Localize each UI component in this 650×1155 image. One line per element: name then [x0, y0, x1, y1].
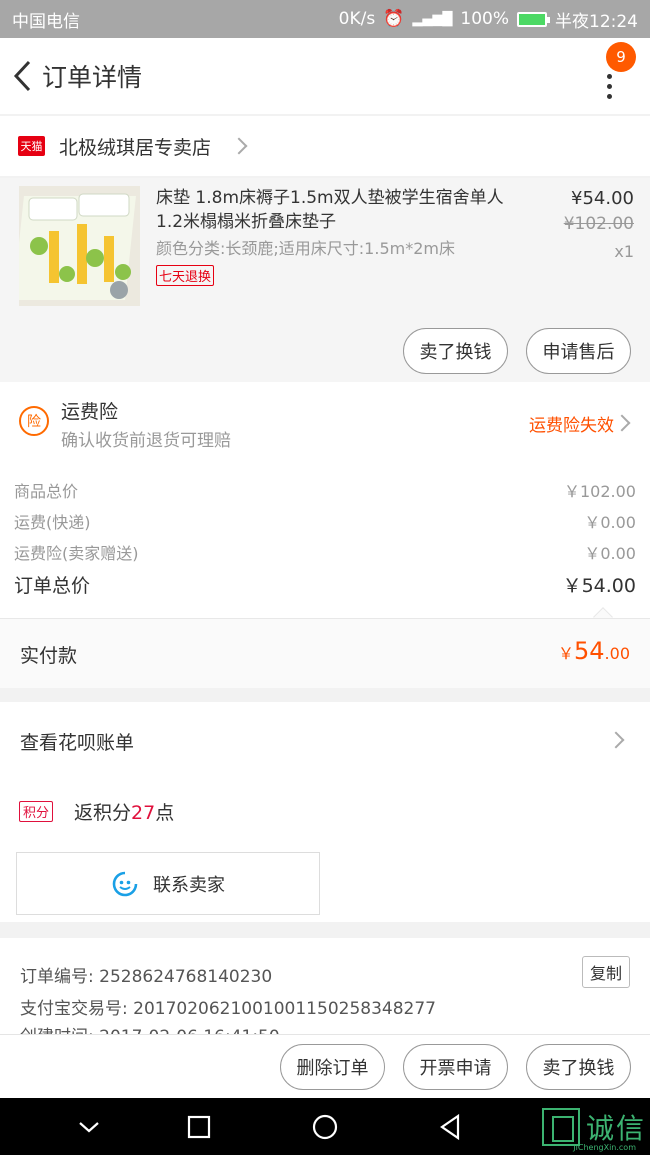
product-item[interactable]: 床垫 1.8m床褥子1.5m双人垫被学生宿舍单人1.2米榻榻米折叠床垫子 颜色分… [0, 178, 650, 382]
home-icon[interactable] [310, 1112, 340, 1142]
more-icon [607, 74, 612, 100]
price-summary: 商品总价 ￥102.00 运费(快递) ￥0.00 运费险(卖家赠送) ￥0.0… [0, 460, 650, 627]
insurance-icon: 险 [19, 406, 49, 436]
shipping-insurance-row[interactable]: 险 运费险 确认收货前退货可理赔 运费险失效 [0, 382, 650, 460]
product-price: ¥54.00 [571, 188, 634, 209]
huabei-bill-link[interactable]: 查看花呗账单 [20, 728, 134, 755]
points-number: 27 [131, 802, 156, 824]
resell-bottom-button[interactable]: 卖了换钱 [526, 1044, 631, 1090]
watermark-text: 诚信 [585, 1112, 646, 1145]
status-bar: 中国电信 0K/s ⏰ ▂▄▆█ 100% 半夜12:24 [0, 0, 650, 38]
return-policy-tag: 七天退换 [156, 265, 215, 286]
insurance-title: 运费险 [61, 401, 119, 423]
summary-row-insurance: 运费险(卖家赠送) ￥0.00 [14, 540, 636, 564]
paid-currency: ￥ [557, 644, 574, 663]
signal-icon: ▂▄▆█ [412, 11, 453, 27]
product-spec: 颜色分类:长颈鹿;适用床尺寸:1.5m*2m床 [156, 239, 455, 258]
summary-value: ￥0.00 [584, 513, 636, 532]
contact-seller-label: 联系卖家 [153, 874, 225, 896]
battery-icon [517, 11, 550, 27]
carrier-name: 中国电信 [12, 11, 80, 32]
copy-button[interactable]: 复制 [582, 956, 630, 988]
alarm-icon: ⏰ [383, 9, 405, 29]
chevron-right-icon [607, 731, 625, 749]
alipay-trade-number: 支付宝交易号: 2017020621001001150258348277 [20, 999, 436, 1019]
chat-face-icon [112, 871, 138, 896]
after-sale-button[interactable]: 申请售后 [526, 328, 631, 374]
watermark-seal-icon [541, 1108, 580, 1146]
paid-decimal: .00 [604, 644, 630, 663]
contact-seller-button[interactable]: 联系卖家 [16, 852, 320, 915]
clock: 半夜12:24 [555, 11, 638, 32]
more-menu-button[interactable]: 9 [590, 42, 636, 108]
paid-label: 实付款 [20, 645, 78, 667]
summary-label: 商品总价 [14, 482, 79, 501]
summary-row-shipping: 运费(快递) ￥0.00 [14, 509, 636, 533]
bottom-action-bar: 删除订单 开票申请 卖了换钱 [0, 1034, 650, 1098]
order-number: 订单编号: 2528624768140230 [20, 967, 273, 987]
summary-value: ￥102.00 [564, 482, 636, 501]
back-nav-icon[interactable] [436, 1112, 466, 1142]
product-image[interactable] [19, 186, 140, 306]
points-text: 返积分27点 [74, 798, 174, 825]
summary-row-goods: 商品总价 ￥102.00 [14, 478, 636, 502]
order-total-value: ￥54.00 [562, 575, 636, 597]
chevron-right-icon [613, 414, 631, 432]
resell-button[interactable]: 卖了换钱 [403, 328, 508, 374]
chevron-right-icon [230, 137, 248, 155]
app-header: 订单详情 9 [0, 38, 650, 114]
insurance-status: 运费险失效 [529, 416, 614, 436]
product-quantity: x1 [614, 242, 634, 261]
points-prefix: 返积分 [74, 802, 132, 824]
battery-percent: 100% [460, 9, 509, 29]
shop-name: 北极绒琪居专卖店 [59, 136, 212, 159]
points-suffix: 点 [155, 802, 175, 824]
created-time: 创建时间: 2017-02-06 16:41:50 [20, 1022, 280, 1034]
product-title: 床垫 1.8m床褥子1.5m双人垫被学生宿舍单人1.2米榻榻米折叠床垫子 [156, 188, 504, 232]
summary-label: 运费(快递) [14, 513, 91, 532]
summary-label: 运费险(卖家赠送) [14, 544, 139, 563]
page-title: 订单详情 [42, 63, 143, 92]
notification-badge: 9 [606, 42, 636, 72]
watermark-sub: JiChengXin.com [573, 1143, 636, 1152]
points-tag: 积分 [19, 801, 54, 822]
invoice-request-button[interactable]: 开票申请 [403, 1044, 508, 1090]
tmall-icon: 天猫 [18, 136, 45, 156]
order-total-label: 订单总价 [14, 575, 91, 597]
recents-icon[interactable] [184, 1112, 214, 1142]
summary-value: ￥0.00 [584, 544, 636, 563]
insurance-subtitle: 确认收货前退货可理赔 [61, 431, 231, 451]
paid-integer: 54 [574, 637, 605, 665]
order-info: 订单编号: 2528624768140230 支付宝交易号: 201702062… [0, 938, 650, 1034]
delete-order-button[interactable]: 删除订单 [280, 1044, 385, 1090]
product-original-price: ¥102.00 [563, 214, 634, 234]
back-icon[interactable] [2, 56, 42, 96]
summary-row-total: 订单总价 ￥54.00 [14, 571, 636, 598]
paid-amount-row: 实付款 ￥54.00 [0, 618, 650, 688]
system-nav-bar: 诚信 JiChengXin.com [0, 1098, 650, 1155]
network-speed: 0K/s [338, 9, 376, 29]
watermark-logo: 诚信 JiChengXin.com [541, 1104, 646, 1152]
paid-value: ￥54.00 [558, 637, 630, 665]
collapse-icon[interactable] [74, 1112, 104, 1142]
shop-row[interactable]: 天猫 北极绒琪居专卖店 [0, 116, 650, 176]
extra-section: 查看花呗账单 积分 返积分27点 联系卖家 [0, 702, 650, 922]
